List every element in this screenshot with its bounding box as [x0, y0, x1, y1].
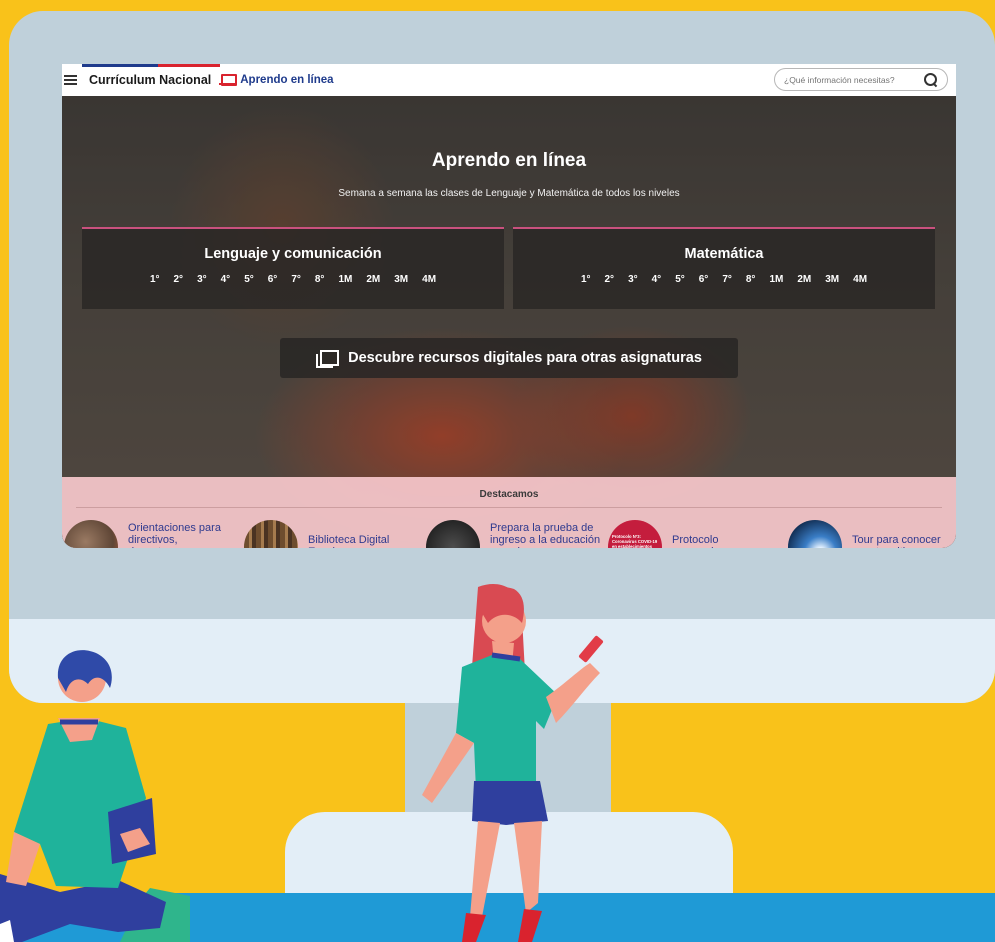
grade-link[interactable]: 3° [628, 274, 638, 285]
hero-banner: Aprendo en línea Semana a semana las cla… [62, 96, 956, 548]
grade-link[interactable]: 4M [422, 274, 436, 285]
grade-link[interactable]: 4° [221, 274, 231, 285]
header-flag-stripe [82, 64, 220, 67]
grade-link[interactable]: 6° [699, 274, 709, 285]
grade-link[interactable]: 2° [605, 274, 615, 285]
grade-link[interactable]: 8° [746, 274, 756, 285]
girl-illustration [422, 583, 604, 942]
grade-links: 1° 2° 3° 4° 5° 6° 7° 8° 1M 2M 3M 4M [513, 274, 935, 285]
search-icon[interactable] [924, 73, 938, 87]
digital-resources-button[interactable]: Descubre recursos digitales para otras a… [280, 338, 738, 378]
grade-link[interactable]: 2° [174, 274, 184, 285]
boy-illustration [0, 650, 190, 942]
featured-thumbnail [426, 520, 480, 548]
grade-link[interactable]: 1M [769, 274, 783, 285]
hamburger-menu-icon[interactable] [64, 75, 77, 85]
grade-link[interactable]: 6° [268, 274, 278, 285]
grade-link[interactable]: 7° [722, 274, 732, 285]
hero-title: Aprendo en línea [431, 150, 587, 171]
grade-link[interactable]: 8° [315, 274, 325, 285]
featured-thumbnail [64, 520, 118, 548]
subject-title: Lenguaje y comunicación [204, 246, 382, 262]
featured-label: Biblioteca Digital Escolar [308, 534, 390, 548]
featured-label: Tour para conocer nuestro sitio [852, 534, 941, 548]
hero-subtitle: Semana a semana las clases de Lenguaje y… [338, 188, 680, 199]
featured-label: Orientaciones para directivos, docentes,… [128, 522, 221, 548]
grade-link[interactable]: 7° [291, 274, 301, 285]
thumbnail-caption: Protocolo Nº3: Coronavirus COVID-19 en e… [612, 534, 658, 548]
grade-link[interactable]: 2M [366, 274, 380, 285]
featured-title: Destacamos [479, 489, 539, 500]
grade-link[interactable]: 1° [581, 274, 591, 285]
section-link[interactable]: Aprendo en línea [240, 74, 333, 86]
search-box [774, 68, 948, 91]
featured-label: Protocolo coronavirus [672, 534, 729, 548]
featured-item-prueba-ingreso[interactable]: Prepara la prueba de ingreso a la educac… [426, 520, 602, 548]
grade-link[interactable]: 3M [394, 274, 408, 285]
grade-link[interactable]: 3° [197, 274, 207, 285]
grade-link[interactable]: 1M [338, 274, 352, 285]
grade-link[interactable]: 4M [853, 274, 867, 285]
gallery-icon [316, 349, 340, 368]
grade-link[interactable]: 2M [797, 274, 811, 285]
grade-links: 1° 2° 3° 4° 5° 6° 7° 8° 1M 2M 3M 4M [82, 274, 504, 285]
grade-link[interactable]: 4° [652, 274, 662, 285]
featured-thumbnail [244, 520, 298, 548]
site-header: Currículum Nacional Aprendo en línea [62, 64, 956, 96]
featured-section: Destacamos Orientaciones para directivos… [62, 477, 956, 548]
featured-thumbnail [788, 520, 842, 548]
featured-item-biblioteca[interactable]: Biblioteca Digital Escolar [244, 520, 404, 548]
subject-card-matematica: Matemática 1° 2° 3° 4° 5° 6° 7° 8° 1M 2M… [513, 227, 935, 309]
search-input[interactable] [784, 74, 914, 85]
website-screen: Currículum Nacional Aprendo en línea Apr… [62, 64, 956, 548]
brand-name[interactable]: Currículum Nacional [89, 73, 211, 87]
subject-card-lenguaje: Lenguaje y comunicación 1° 2° 3° 4° 5° 6… [82, 227, 504, 309]
grade-link[interactable]: 3M [825, 274, 839, 285]
grade-link[interactable]: 1° [150, 274, 160, 285]
featured-divider [76, 507, 942, 508]
subject-title: Matemática [684, 246, 764, 262]
digital-resources-label: Descubre recursos digitales para otras a… [348, 350, 702, 366]
laptop-icon [219, 74, 238, 86]
grade-link[interactable]: 5° [675, 274, 685, 285]
featured-item-protocolo[interactable]: Protocolo Nº3: Coronavirus COVID-19 en e… [608, 520, 762, 548]
grade-link[interactable]: 5° [244, 274, 254, 285]
featured-item-tour[interactable]: Tour para conocer nuestro sitio [788, 520, 956, 548]
featured-thumbnail: Protocolo Nº3: Coronavirus COVID-19 en e… [608, 520, 662, 548]
featured-label: Prepara la prueba de ingreso a la educac… [490, 522, 601, 548]
featured-item-orientaciones[interactable]: Orientaciones para directivos, docentes,… [64, 520, 224, 548]
